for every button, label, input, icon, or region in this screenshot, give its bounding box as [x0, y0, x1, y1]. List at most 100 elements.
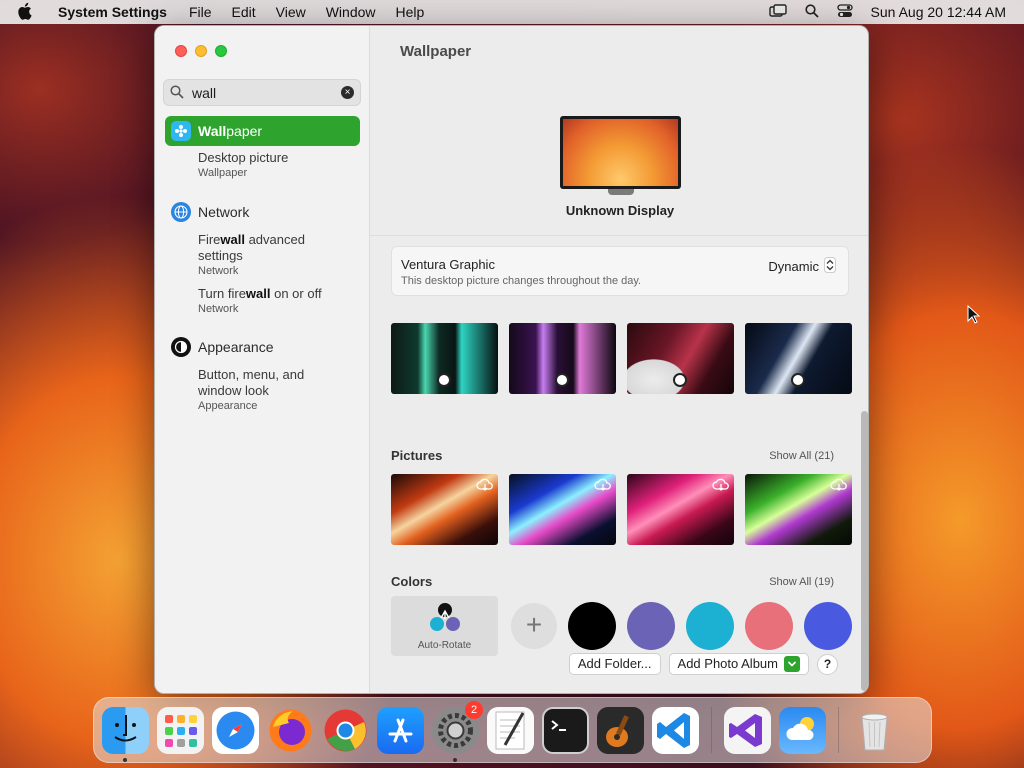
current-wallpaper-name: Ventura Graphic: [401, 257, 495, 272]
download-cloud-icon: [712, 478, 730, 492]
color-swatch-black[interactable]: [568, 602, 616, 650]
appearance-mode-select[interactable]: Dynamic: [768, 257, 836, 276]
current-wallpaper-description: This desktop picture changes throughout …: [401, 275, 642, 287]
menu-window[interactable]: Window: [326, 4, 376, 20]
dynamic-icon: [437, 373, 451, 387]
auto-rotate-icon: [425, 602, 465, 637]
safari-icon: [216, 711, 255, 749]
color-swatch-cyan[interactable]: [686, 602, 734, 650]
dock: 2: [93, 697, 932, 763]
menu-clock[interactable]: Sun Aug 20 12:44 AM: [871, 4, 1006, 20]
vscode-icon: [657, 712, 690, 748]
control-center-icon[interactable]: [836, 3, 853, 21]
running-indicator: [123, 757, 127, 762]
sidebar-search[interactable]: ×: [163, 79, 361, 106]
dock-finder[interactable]: [102, 706, 149, 762]
textedit-icon: [495, 711, 525, 749]
pictures-show-all-link[interactable]: Show All (21): [769, 450, 834, 462]
menu-app-name[interactable]: System Settings: [58, 4, 167, 20]
sidebar-result-firewall-advanced[interactable]: Firewall advanced settings Network: [198, 232, 348, 278]
wallpaper-thumbnail[interactable]: [745, 474, 852, 545]
app-store-icon: [388, 718, 413, 742]
sidebar-result-appearance-look[interactable]: Button, menu, and window look Appearance: [198, 367, 348, 413]
current-wallpaper-card: Ventura Graphic This desktop picture cha…: [391, 246, 849, 296]
finder-icon: [114, 714, 137, 741]
spotlight-search-icon[interactable]: [804, 3, 819, 21]
download-cloud-icon: [594, 478, 612, 492]
dock-separator: [711, 707, 712, 753]
sidebar-item-network[interactable]: Network: [171, 202, 249, 222]
minimize-window-button[interactable]: [195, 45, 207, 57]
menu-edit[interactable]: Edit: [232, 4, 256, 20]
color-swatch-blue[interactable]: [804, 602, 852, 650]
menu-help[interactable]: Help: [396, 4, 425, 20]
sidebar-item-appearance[interactable]: Appearance: [171, 337, 274, 357]
dock-app-store[interactable]: [377, 706, 424, 754]
dock-safari[interactable]: [212, 706, 259, 754]
menu-view[interactable]: View: [276, 4, 306, 20]
weather-icon: [786, 716, 814, 740]
dock-vscode[interactable]: [652, 706, 699, 754]
dock-trash[interactable]: [851, 707, 898, 754]
display-name: Unknown Display: [565, 203, 675, 218]
dock-weather[interactable]: [779, 706, 826, 754]
dock-visual-studio[interactable]: [724, 706, 771, 754]
wallpaper-thumbnail[interactable]: [391, 323, 498, 394]
wallpaper-list[interactable]: Pictures Show All (21) Colors Show All (…: [370, 309, 868, 693]
vertical-scrollbar[interactable]: [861, 411, 868, 691]
download-cloud-icon: [476, 478, 494, 492]
dock-system-settings[interactable]: 2: [432, 700, 483, 762]
pictures-row: [391, 474, 852, 545]
add-photo-album-button[interactable]: Add Photo Album: [668, 653, 809, 675]
visual-studio-icon: [729, 713, 762, 747]
sidebar-result-desktop-picture[interactable]: Desktop picture Wallpaper: [198, 150, 348, 180]
dock-terminal[interactable]: [542, 706, 589, 754]
display-preview: Unknown Display: [370, 81, 868, 236]
menu-file[interactable]: File: [189, 4, 212, 20]
trash-icon: [861, 713, 888, 750]
chrome-icon: [324, 709, 367, 751]
dock-textedit[interactable]: [487, 706, 534, 754]
dock-separator: [838, 707, 839, 753]
launchpad-icon: [165, 714, 197, 747]
clear-search-icon[interactable]: ×: [341, 86, 354, 99]
add-folder-button[interactable]: Add Folder...: [568, 653, 661, 675]
dock-launchpad[interactable]: [157, 706, 204, 754]
screen-mirroring-icon[interactable]: [768, 3, 787, 21]
wallpaper-thumbnail[interactable]: [509, 474, 616, 545]
terminal-icon: [551, 719, 566, 731]
zoom-window-button[interactable]: [215, 45, 227, 57]
dynamic-icon: [673, 373, 687, 387]
wallpaper-thumbnail[interactable]: [509, 323, 616, 394]
sidebar: × Wallpaper Desktop picture Wallpaper Ne…: [155, 26, 370, 693]
colors-row: Auto-Rotate +: [391, 596, 852, 656]
add-color-button[interactable]: +: [511, 603, 557, 649]
download-cloud-icon: [830, 478, 848, 492]
sidebar-result-firewall-toggle[interactable]: Turn firewall on or off Network: [198, 286, 348, 316]
dock-chrome[interactable]: [322, 707, 369, 754]
color-swatch-purple[interactable]: [627, 602, 675, 650]
notification-badge: 2: [465, 700, 483, 719]
apple-menu-icon[interactable]: [18, 2, 40, 23]
sidebar-item-wallpaper[interactable]: Wallpaper: [165, 116, 360, 146]
pictures-section-title: Pictures: [391, 448, 443, 463]
wallpaper-thumbnail[interactable]: [745, 323, 852, 394]
guitar-icon: [606, 714, 629, 747]
help-button[interactable]: ?: [817, 653, 838, 675]
dock-firefox[interactable]: [267, 707, 314, 754]
close-window-button[interactable]: [175, 45, 187, 57]
monitor-preview: [560, 116, 681, 189]
settings-window: × Wallpaper Desktop picture Wallpaper Ne…: [154, 25, 869, 694]
globe-icon: [171, 202, 191, 222]
menu-bar: System Settings File Edit View Window He…: [0, 0, 1024, 24]
up-down-chevron-icon: [824, 257, 836, 276]
appearance-icon: [171, 337, 191, 357]
search-input[interactable]: [192, 84, 332, 101]
colors-show-all-link[interactable]: Show All (19): [769, 576, 834, 588]
dock-garageband[interactable]: [597, 706, 644, 754]
wallpaper-thumbnail[interactable]: [627, 474, 734, 545]
wallpaper-thumbnail[interactable]: [627, 323, 734, 394]
auto-rotate-tile[interactable]: Auto-Rotate: [391, 596, 498, 656]
wallpaper-thumbnail[interactable]: [391, 474, 498, 545]
color-swatch-pink[interactable]: [745, 602, 793, 650]
